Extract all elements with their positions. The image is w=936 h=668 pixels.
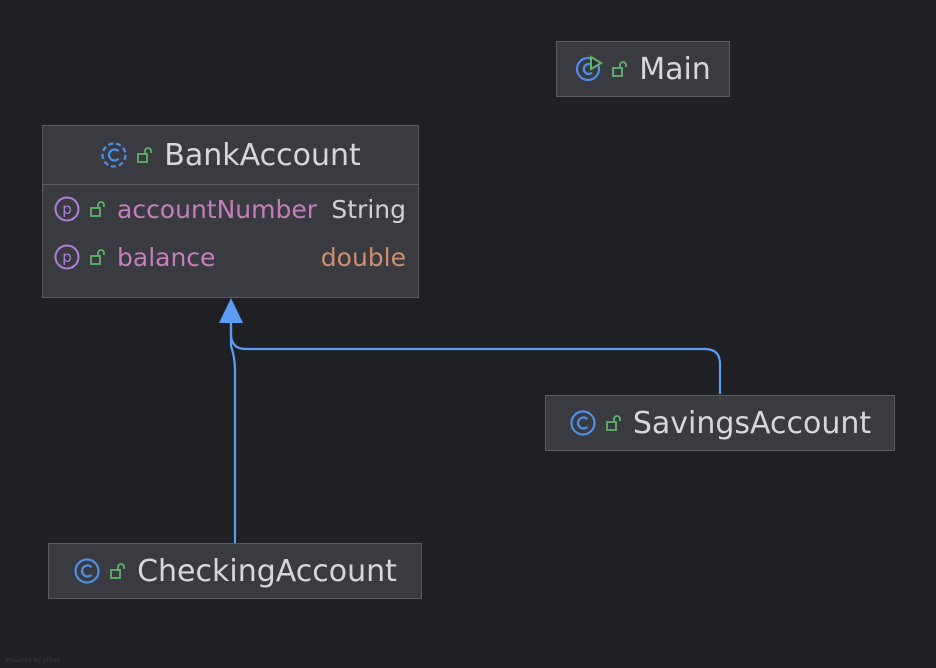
class-node-bankaccount[interactable]: BankAccount p accountNumber String p bal…	[42, 125, 419, 298]
svg-text:p: p	[62, 200, 72, 218]
runnable-class-icon	[576, 55, 604, 82]
property-icon: p	[54, 196, 80, 222]
public-lock-icon	[90, 249, 105, 265]
field-type-double: double	[320, 242, 406, 272]
field-type-string: String	[331, 194, 406, 224]
class-icon	[570, 410, 596, 436]
class-name-bankaccount: BankAccount	[164, 137, 361, 173]
class-node-main[interactable]: Main	[556, 41, 730, 97]
class-node-savingsaccount[interactable]: SavingsAccount	[545, 395, 895, 451]
watermark: Powered by yFiles	[6, 657, 60, 664]
public-lock-icon	[605, 415, 621, 431]
public-lock-icon	[612, 61, 628, 77]
edge-checkingaccount-to-bankaccount[interactable]	[229, 322, 237, 544]
public-lock-icon	[110, 563, 125, 579]
class-icon	[74, 558, 100, 584]
class-name-checkingaccount: CheckingAccount	[137, 553, 397, 589]
class-node-checkingaccount[interactable]: CheckingAccount	[48, 543, 422, 599]
uml-diagram-canvas[interactable]: Main BankAccount p accountNumber String …	[0, 0, 936, 668]
class-name-savingsaccount: SavingsAccount	[632, 405, 872, 441]
field-name-balance: balance	[117, 242, 216, 272]
edge-savingsaccount-to-bankaccount[interactable]	[229, 322, 722, 394]
svg-text:p: p	[62, 248, 72, 266]
abstract-class-icon	[101, 142, 127, 168]
field-name-accountnumber: accountNumber	[117, 194, 318, 224]
property-icon: p	[54, 244, 80, 270]
class-name-main: Main	[639, 51, 711, 87]
public-lock-icon	[137, 147, 153, 163]
inheritance-arrowhead	[219, 298, 243, 323]
field-row-balance[interactable]: p balance double	[43, 233, 418, 281]
public-lock-icon	[90, 201, 105, 217]
field-row-accountnumber[interactable]: p accountNumber String	[43, 185, 418, 233]
